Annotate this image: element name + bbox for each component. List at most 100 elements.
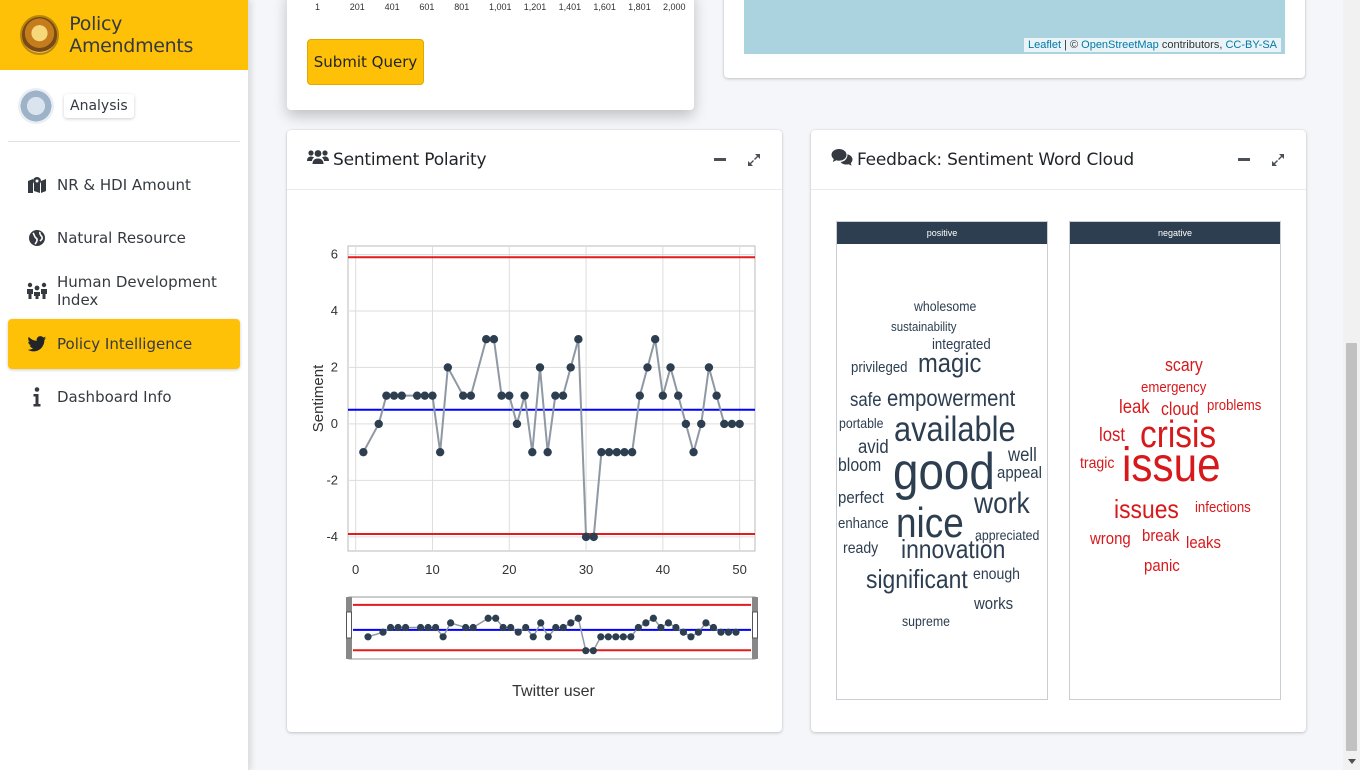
navigator-point: [507, 623, 515, 632]
scroll-down-arrow[interactable]: [1348, 759, 1356, 764]
card-title: Feedback: Sentiment Word Cloud: [857, 149, 1135, 170]
scrollbar-thumb[interactable]: [1346, 343, 1357, 751]
sidebar-item-natural-resource[interactable]: Natural Resource: [8, 213, 240, 263]
data-point: [597, 447, 606, 457]
navigator-point: [386, 623, 395, 632]
y-tick-label: 2: [331, 359, 338, 374]
navigator-point: [469, 623, 477, 632]
navigator-point: [597, 633, 605, 641]
navigator-point: [679, 628, 688, 636]
data-point: [674, 391, 683, 400]
navigator-point: [439, 633, 447, 641]
navigator-point: [424, 623, 432, 632]
minimize-icon[interactable]: [1236, 152, 1252, 168]
x-tick-label: 10: [425, 562, 439, 577]
card-tools: [712, 152, 762, 168]
sentiment-chart[interactable]: 0 10 20 30 40 50 -4 -2 0 2 4 6 Sentiment Twitter user: [287, 190, 782, 730]
card-header: Feedback: Sentiment Word Cloud: [811, 130, 1306, 190]
brand-logo: [20, 15, 60, 55]
minimize-icon[interactable]: [712, 152, 728, 168]
cloud-word: safe: [850, 390, 882, 411]
navigator-point: [657, 623, 665, 632]
people-icon: [26, 280, 48, 302]
data-point: [666, 363, 675, 372]
globe-icon: [26, 227, 48, 249]
osm-link[interactable]: OpenStreetMap: [1081, 39, 1159, 51]
data-point: [658, 391, 668, 400]
sidebar-item-human-development-index[interactable]: Human Development Index: [8, 266, 240, 316]
data-point: [551, 391, 560, 400]
cloud-word: works: [974, 594, 1014, 613]
data-point: [397, 391, 406, 400]
page-scrollbar[interactable]: [1343, 0, 1360, 770]
sentiment-polarity-card: Sentiment Polarity 0 10 20 30 40 50 -4 -2 0 2 4 6 Se…: [287, 130, 782, 732]
cloud-word: issues: [1114, 494, 1179, 524]
cloud-word: privileged: [851, 359, 908, 376]
navigator-point: [447, 619, 455, 627]
negative-header: negative: [1070, 222, 1280, 244]
y-tick-label: 6: [331, 246, 338, 261]
data-point: [528, 447, 537, 457]
data-point: [520, 391, 529, 400]
navigator-point: [694, 628, 703, 636]
sidebar-item-nr-hdi-amount[interactable]: NR & HDI Amount: [8, 160, 240, 210]
expand-icon[interactable]: [746, 152, 762, 168]
data-point: [359, 447, 368, 457]
navigator-point: [544, 633, 552, 641]
map-view[interactable]: Leaflet | © OpenStreetMap contributors, …: [744, 0, 1285, 54]
cc-by-sa-link[interactable]: CC-BY-SA: [1225, 39, 1277, 51]
navigator-point: [664, 619, 672, 627]
data-point: [382, 391, 391, 400]
data-point: [635, 391, 645, 400]
navigator-point: [379, 628, 387, 636]
navigator-point: [567, 619, 575, 627]
data-point: [735, 419, 744, 429]
cloud-word: ready: [843, 540, 879, 557]
leaflet-link[interactable]: Leaflet: [1028, 39, 1061, 51]
cloud-word: innovation: [901, 534, 1006, 564]
cloud-word: sustainability: [891, 319, 957, 334]
x-tick-label: 40: [656, 562, 670, 577]
cloud-word: bloom: [838, 455, 882, 475]
navigator-handle: [346, 611, 352, 639]
navigator-point: [732, 628, 740, 636]
navigator-point: [499, 623, 507, 632]
navigator-point: [514, 628, 522, 636]
slider-tick: 1: [315, 2, 321, 12]
sidebar-item-policy-intelligence[interactable]: Policy Intelligence: [8, 319, 240, 369]
sidebar-item-dashboard-info[interactable]: Dashboard Info: [8, 372, 240, 422]
brand-link[interactable]: Policy Amendments: [0, 0, 248, 70]
user-name[interactable]: Analysis: [64, 93, 134, 118]
navigator-point: [416, 623, 425, 632]
data-point: [697, 419, 706, 429]
data-point: [543, 447, 552, 457]
data-point: [720, 419, 729, 429]
data-point: [627, 447, 637, 457]
slider-tick: 1,001: [488, 2, 512, 12]
brand-title: Policy Amendments: [69, 13, 194, 57]
users-icon: [307, 149, 329, 170]
x-tick-label: 20: [502, 562, 516, 577]
cloud-word: break: [1142, 526, 1180, 545]
x-tick-label: 0: [352, 562, 359, 577]
cloud-word: tragic: [1080, 455, 1115, 472]
y-tick-label: 4: [331, 303, 338, 318]
navigator-point: [432, 623, 440, 632]
data-point: [482, 334, 491, 344]
expand-icon[interactable]: [1270, 152, 1286, 168]
avatar: [18, 87, 54, 124]
navigator-point: [552, 623, 560, 632]
sidebar-nav: NR & HDI Amount Natural Resource Human D…: [0, 160, 248, 422]
navigator-point: [394, 623, 402, 632]
cloud-word: available: [894, 410, 1016, 449]
x-axis-label: Twitter user: [512, 683, 595, 700]
navigator-point: [582, 647, 590, 655]
cloud-word: significant: [866, 564, 968, 594]
data-point: [443, 363, 453, 372]
slider-tick: 1,801: [628, 2, 651, 12]
query-card: 1 201 401 601 801 1,001 1,201 1,401 1,60…: [287, 0, 694, 110]
submit-query-button[interactable]: Submit Query: [307, 39, 424, 85]
sidebar-item-label: Dashboard Info: [57, 388, 172, 406]
navigator-point: [364, 633, 372, 641]
data-point: [535, 363, 545, 372]
